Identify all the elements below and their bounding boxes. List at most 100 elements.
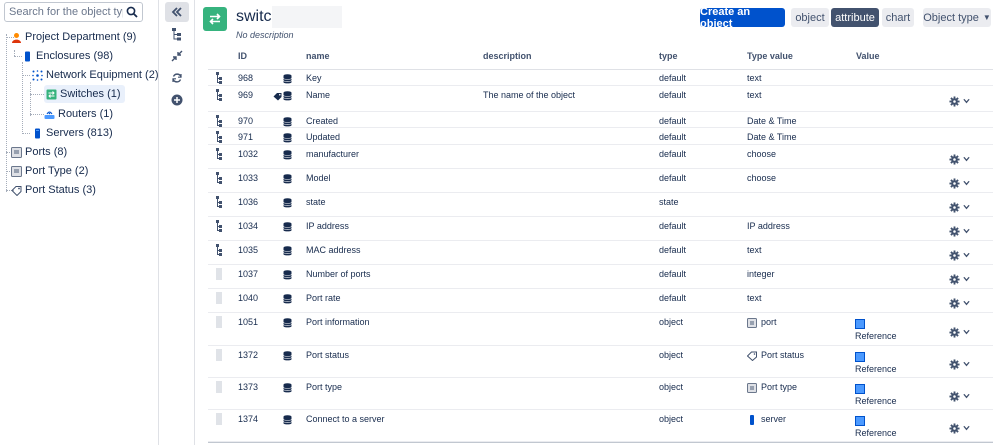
server-icon <box>747 414 757 425</box>
add-object-type-button[interactable] <box>165 90 189 110</box>
gear-icon <box>949 249 960 261</box>
tree-line <box>22 75 30 76</box>
table-row[interactable]: 1035 MAC address default text <box>208 241 993 265</box>
gear-icon <box>949 273 960 285</box>
chevron-down-icon <box>963 252 970 258</box>
chevron-down-icon <box>963 361 970 367</box>
chevron-down-icon <box>963 276 970 282</box>
drag-handle-icon[interactable] <box>216 381 222 393</box>
attribute-settings-button[interactable] <box>949 95 971 107</box>
attribute-id: 971 <box>238 132 254 142</box>
refresh-button[interactable] <box>165 68 189 88</box>
double-chevron-left-icon <box>171 7 182 17</box>
attribute-settings-button[interactable] <box>949 422 971 434</box>
table-row[interactable]: 1040 Port rate default text <box>208 289 993 313</box>
tree-item-network-equipment[interactable]: Network Equipment (2) <box>32 66 159 84</box>
chevron-down-icon <box>963 180 970 186</box>
table-row[interactable]: 970 Created default Date & Time <box>208 112 993 128</box>
tab-object[interactable]: object <box>791 8 829 27</box>
title-redaction <box>272 6 342 28</box>
attribute-name[interactable]: Key <box>306 73 322 83</box>
tree-item-enclosures[interactable]: Enclosures (98) <box>22 47 113 65</box>
attribute-type-value: choose <box>747 173 777 183</box>
attribute-name[interactable]: Port information <box>306 317 370 327</box>
gear-icon <box>949 177 960 189</box>
drag-handle-icon[interactable] <box>216 349 222 361</box>
table-row[interactable]: 968 Key default text <box>208 69 993 86</box>
attribute-settings-button[interactable] <box>949 273 971 285</box>
column-header-id: ID <box>238 51 247 61</box>
tree-item-routers[interactable]: Routers (1) <box>44 105 113 123</box>
drag-handle-icon[interactable] <box>216 268 222 280</box>
gear-icon <box>949 225 960 237</box>
attribute-id: 1373 <box>238 382 259 392</box>
table-row[interactable]: 1037 Number of ports default integer <box>208 265 993 289</box>
collapse-panel-button[interactable] <box>165 2 189 22</box>
table-row[interactable]: 969 Name The name of the object default text <box>208 86 993 112</box>
attribute-name[interactable]: state <box>306 197 326 207</box>
table-row[interactable]: 1036 state state <box>208 193 993 217</box>
attribute-name[interactable]: Number of ports <box>306 269 371 279</box>
drag-handle-icon[interactable] <box>216 292 222 304</box>
attribute-id: 1032 <box>238 149 259 159</box>
attribute-settings-button[interactable] <box>949 390 971 402</box>
column-header-name: name <box>306 51 330 61</box>
table-row[interactable]: 1374 Connect to a server object server Refer… <box>208 410 993 442</box>
hierarchy-button[interactable] <box>165 24 189 44</box>
table-row[interactable]: 1033 Model default choose <box>208 169 993 193</box>
tree-item-label: Enclosures (98) <box>36 50 114 62</box>
plus-circle-icon <box>171 94 183 106</box>
object-type-search[interactable] <box>4 2 143 22</box>
attribute-settings-button[interactable] <box>949 358 971 370</box>
attribute-name[interactable]: Port type <box>306 382 342 392</box>
table-row[interactable]: 1032 manufacturer default choose <box>208 145 993 169</box>
attribute-name[interactable]: Updated <box>306 132 340 142</box>
attribute-name[interactable]: Name <box>306 90 330 100</box>
attribute-settings-button[interactable] <box>949 326 971 338</box>
attribute-name[interactable]: Model <box>306 173 331 183</box>
attribute-name[interactable]: manufacturer <box>306 149 359 159</box>
create-object-button[interactable]: Create an object <box>700 6 785 30</box>
tree-item-project-department[interactable]: Project Department (9) <box>11 28 136 46</box>
attribute-settings-button[interactable] <box>949 225 971 237</box>
attribute-name[interactable]: MAC address <box>306 245 361 255</box>
attribute-settings-button[interactable] <box>949 201 971 213</box>
attribute-name[interactable]: IP address <box>306 221 349 231</box>
attribute-name[interactable]: Port status <box>306 350 349 360</box>
attribute-name[interactable]: Connect to a server <box>306 414 385 424</box>
attribute-name[interactable]: Created <box>306 116 338 126</box>
search-input[interactable] <box>5 3 123 21</box>
search-icon[interactable] <box>126 6 138 18</box>
attribute-settings-button[interactable] <box>949 177 971 189</box>
tree-item-port-status[interactable]: Port Status (3) <box>11 181 96 199</box>
tree-item-servers[interactable]: Servers (813) <box>32 124 113 142</box>
router-icon <box>44 111 55 119</box>
port-icon <box>11 165 22 177</box>
port-icon <box>747 382 757 393</box>
tree-item-port-type[interactable]: Port Type (2) <box>11 162 88 180</box>
drag-handle-icon[interactable] <box>216 316 222 328</box>
attribute-value: Reference <box>855 428 897 438</box>
attribute-id: 1034 <box>238 221 259 231</box>
collapse-all-button[interactable] <box>165 46 189 66</box>
table-row[interactable]: 1373 Port type object Port type Reference <box>208 378 993 410</box>
attribute-settings-button[interactable] <box>949 249 971 261</box>
drag-handle-icon[interactable] <box>216 413 222 425</box>
tree-line <box>6 34 7 192</box>
gear-icon <box>949 95 960 107</box>
tab-chart[interactable]: chart <box>882 8 914 27</box>
tree-item-ports[interactable]: Ports (8) <box>11 143 67 161</box>
object-type-dropdown[interactable]: Object type ▼ <box>923 8 991 27</box>
attribute-settings-button[interactable] <box>949 153 971 165</box>
table-row[interactable]: 971 Updated default Date & Time <box>208 128 993 145</box>
attribute-type-value: Date & Time <box>747 132 797 142</box>
tab-attribute[interactable]: attribute <box>831 8 879 27</box>
attribute-settings-button[interactable] <box>949 297 971 309</box>
table-row[interactable]: 1372 Port status object Port status Referenc… <box>208 346 993 378</box>
table-row[interactable]: 1051 Port information object port Reference <box>208 313 993 346</box>
tree-item-switches[interactable]: Switches (1) <box>44 85 125 103</box>
attribute-name[interactable]: Port rate <box>306 293 341 303</box>
table-row[interactable]: 1034 IP address default IP address <box>208 217 993 241</box>
attribute-value: Reference <box>855 331 897 341</box>
database-icon <box>283 173 292 184</box>
